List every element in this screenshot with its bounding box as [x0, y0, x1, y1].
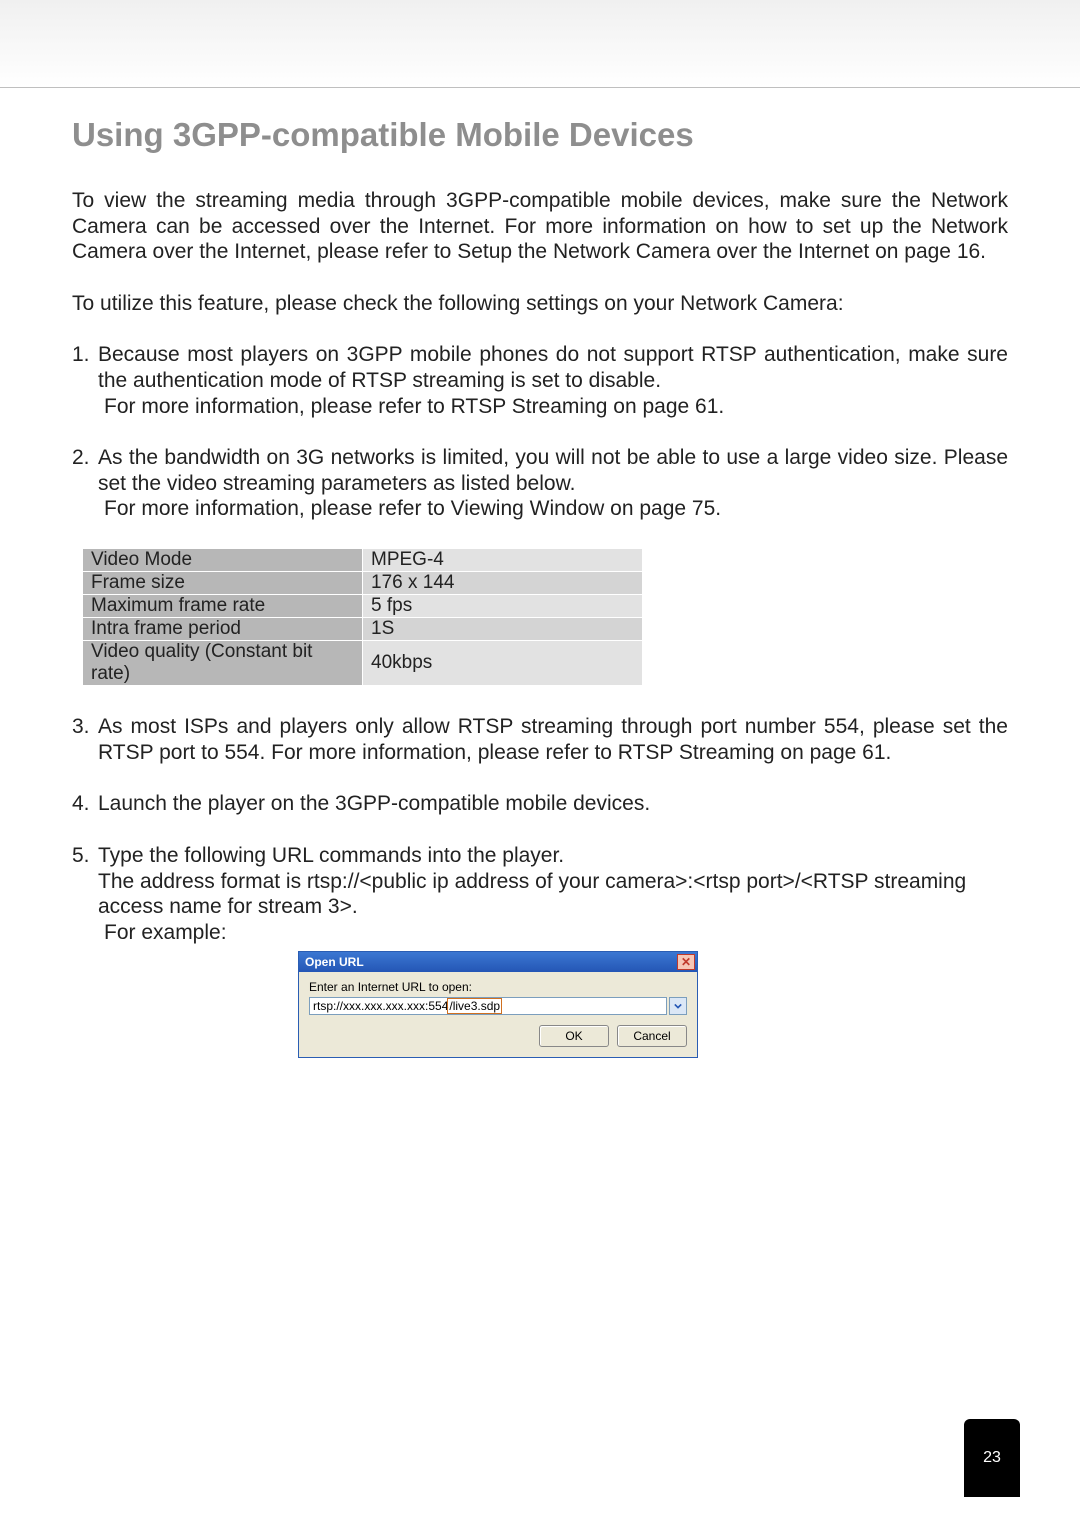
table-row: Video quality (Constant bit rate) 40kbps	[83, 641, 643, 686]
table-row: Frame size 176 x 144	[83, 572, 643, 595]
list-number: 1.	[72, 342, 98, 393]
dialog-titlebar: Open URL ✕	[299, 952, 697, 972]
dialog-body: Enter an Internet URL to open: rtsp://xx…	[299, 972, 697, 1057]
list-item-4: 4. Launch the player on the 3GPP-compati…	[72, 791, 1008, 817]
url-input-highlight: /live3.sdp	[447, 998, 502, 1014]
list-text: Type the following URL commands into the…	[98, 843, 1008, 869]
list-text: Launch the player on the 3GPP-compatible…	[98, 791, 1008, 817]
list-text: As most ISPs and players only allow RTSP…	[98, 714, 1008, 765]
setting-label: Video quality (Constant bit rate)	[83, 641, 363, 686]
page-header-gradient	[0, 0, 1080, 88]
list-item-1: 1. Because most players on 3GPP mobile p…	[72, 342, 1008, 419]
dialog-label: Enter an Internet URL to open:	[309, 980, 687, 994]
intro-paragraph-1: To view the streaming media through 3GPP…	[72, 188, 1008, 265]
open-url-dialog: Open URL ✕ Enter an Internet URL to open…	[298, 951, 698, 1058]
setting-label: Intra frame period	[83, 618, 363, 641]
chevron-down-icon	[674, 1002, 682, 1010]
list-subtext: For more information, please refer to RT…	[104, 394, 1008, 420]
setting-label: Maximum frame rate	[83, 595, 363, 618]
setting-value: 176 x 144	[363, 572, 643, 595]
page-number-badge: 23	[964, 1419, 1020, 1497]
page-number: 23	[983, 1449, 1001, 1467]
list-subtext: For example:	[104, 920, 1008, 946]
close-button[interactable]: ✕	[677, 954, 695, 970]
setting-value: 40kbps	[363, 641, 643, 686]
document-page: Using 3GPP-compatible Mobile Devices To …	[0, 0, 1080, 1527]
list-subtext: For more information, please refer to Vi…	[104, 496, 1008, 522]
list-subtext: The address format is rtsp://<public ip …	[98, 869, 1008, 920]
list-text: As the bandwidth on 3G networks is limit…	[98, 445, 1008, 496]
url-input[interactable]: rtsp://xxx.xxx.xxx.xxx:554/live3.sdp	[309, 997, 667, 1015]
list-item-5: 5. Type the following URL commands into …	[72, 843, 1008, 945]
list-item-3: 3. As most ISPs and players only allow R…	[72, 714, 1008, 765]
list-number: 3.	[72, 714, 98, 765]
list-item-2: 2. As the bandwidth on 3G networks is li…	[72, 445, 1008, 522]
table-row: Maximum frame rate 5 fps	[83, 595, 643, 618]
list-number: 2.	[72, 445, 98, 496]
intro-paragraph-2: To utilize this feature, please check th…	[72, 291, 1008, 317]
url-input-prefix: rtsp://xxx.xxx.xxx.xxx:554	[313, 999, 448, 1013]
setting-value: MPEG-4	[363, 549, 643, 572]
ok-button[interactable]: OK	[539, 1025, 609, 1047]
page-content: Using 3GPP-compatible Mobile Devices To …	[0, 88, 1080, 1058]
table-row: Video Mode MPEG-4	[83, 549, 643, 572]
close-icon: ✕	[681, 955, 691, 969]
setting-label: Video Mode	[83, 549, 363, 572]
url-dropdown-button[interactable]	[669, 997, 687, 1015]
setting-value: 1S	[363, 618, 643, 641]
list-text: Because most players on 3GPP mobile phon…	[98, 342, 1008, 393]
table-row: Intra frame period 1S	[83, 618, 643, 641]
setting-label: Frame size	[83, 572, 363, 595]
cancel-button[interactable]: Cancel	[617, 1025, 687, 1047]
page-title: Using 3GPP-compatible Mobile Devices	[72, 116, 1008, 154]
dialog-title: Open URL	[305, 955, 364, 969]
list-number: 4.	[72, 791, 98, 817]
settings-table: Video Mode MPEG-4 Frame size 176 x 144 M…	[82, 548, 643, 686]
setting-value: 5 fps	[363, 595, 643, 618]
list-number: 5.	[72, 843, 98, 869]
